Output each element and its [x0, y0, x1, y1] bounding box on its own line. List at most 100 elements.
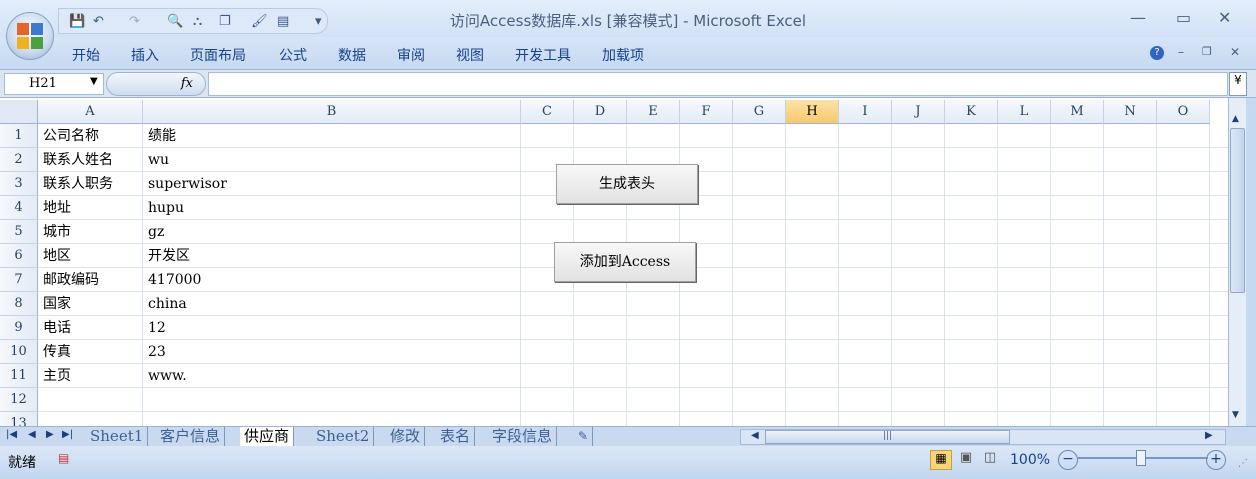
last-sheet-icon[interactable]: ▶|	[62, 429, 73, 440]
tab-home[interactable]: 开始	[72, 45, 100, 65]
cell-b9[interactable]: 12	[143, 316, 521, 340]
column-header-n[interactable]: N	[1104, 100, 1157, 124]
row-header[interactable]: 7	[0, 268, 38, 292]
column-header-k[interactable]: K	[945, 100, 998, 124]
maximize-button[interactable]: ▭	[1176, 8, 1191, 27]
tab-view[interactable]: 视图	[456, 45, 484, 65]
cell-b7[interactable]: 417000	[143, 268, 521, 292]
column-header-a[interactable]: A	[38, 100, 143, 124]
first-sheet-icon[interactable]: |◀	[6, 429, 17, 440]
cell-a5[interactable]: 城市	[38, 220, 143, 244]
cell-a1[interactable]: 公司名称	[38, 124, 143, 148]
cell-a8[interactable]: 国家	[38, 292, 143, 316]
column-header-f[interactable]: F	[680, 100, 733, 124]
page-break-view-icon[interactable]: ◫	[980, 450, 1000, 470]
insert-function-button[interactable]: fx	[106, 72, 206, 96]
cell-a7[interactable]: 邮政编码	[38, 268, 143, 292]
cell-b2[interactable]: wu	[143, 148, 521, 172]
column-header-i[interactable]: I	[839, 100, 892, 124]
expand-formula-bar-icon[interactable]: ¥	[1229, 72, 1247, 96]
office-button[interactable]	[6, 12, 54, 60]
row-header[interactable]: 10	[0, 340, 38, 364]
tab-formulas[interactable]: 公式	[279, 45, 307, 65]
column-header-h[interactable]: H	[786, 100, 839, 124]
resize-grip-icon[interactable]: ⋰	[1238, 458, 1248, 469]
sheet-tab[interactable]: 表名	[436, 427, 476, 446]
cell-b8[interactable]: china	[143, 292, 521, 316]
doc-close-button[interactable]: ✕	[1230, 45, 1240, 59]
row-header[interactable]: 11	[0, 364, 38, 388]
page-layout-view-icon[interactable]: ▣	[956, 450, 976, 470]
cell-a11[interactable]: 主页	[38, 364, 143, 388]
column-header-o[interactable]: O	[1157, 100, 1210, 124]
tab-data[interactable]: 数据	[338, 45, 366, 65]
column-header-g[interactable]: G	[733, 100, 786, 124]
row-header[interactable]: 12	[0, 388, 38, 412]
column-header-l[interactable]: L	[998, 100, 1051, 124]
sheet-tab[interactable]: Sheet2	[312, 427, 375, 446]
cell-b6[interactable]: 开发区	[143, 244, 521, 268]
cell-b13[interactable]	[143, 412, 521, 426]
sheet-tab[interactable]: 客户信息	[156, 427, 226, 446]
cell-b4[interactable]: hupu	[143, 196, 521, 220]
next-sheet-icon[interactable]: ▶	[46, 429, 54, 440]
scroll-left-icon[interactable]: ◀	[751, 430, 759, 441]
row-header[interactable]: 3	[0, 172, 38, 196]
minimize-button[interactable]: —	[1130, 8, 1146, 27]
column-header-m[interactable]: M	[1051, 100, 1104, 124]
row-header[interactable]: 2	[0, 148, 38, 172]
sheet-tab-active[interactable]: 供应商	[240, 427, 295, 446]
tab-developer[interactable]: 开发工具	[515, 45, 571, 65]
close-button[interactable]: ✕	[1218, 8, 1231, 27]
zoom-out-button[interactable]: −	[1058, 450, 1078, 470]
scroll-down-icon[interactable]: ▼	[1232, 410, 1239, 420]
row-header[interactable]: 9	[0, 316, 38, 340]
row-header[interactable]: 4	[0, 196, 38, 220]
cell-a4[interactable]: 地址	[38, 196, 143, 220]
insert-sheet-icon[interactable]: ✎	[574, 427, 594, 446]
row-header[interactable]: 8	[0, 292, 38, 316]
macro-record-icon[interactable]: ▤	[58, 451, 69, 465]
column-header-b[interactable]: B	[143, 100, 521, 124]
cell-a3[interactable]: 联系人职务	[38, 172, 143, 196]
scroll-right-icon[interactable]: ▶	[1205, 430, 1213, 441]
column-header-d[interactable]: D	[574, 100, 627, 124]
row-header[interactable]: 5	[0, 220, 38, 244]
select-all-button[interactable]	[0, 100, 38, 124]
formula-input[interactable]	[208, 72, 1228, 96]
prev-sheet-icon[interactable]: ◀	[28, 429, 36, 440]
cell-b12[interactable]	[143, 388, 521, 412]
cell-b5[interactable]: gz	[143, 220, 521, 244]
spreadsheet-grid[interactable]: ABCDEFGHIJKLMNO 1 公司名称 绩能 2 联系人姓名 wu 3 联系人职务 sup…	[0, 98, 1228, 426]
name-box[interactable]: H21	[4, 73, 104, 95]
zoom-level[interactable]: 100%	[1010, 452, 1050, 468]
help-icon[interactable]: ?	[1150, 46, 1164, 60]
doc-minimize-button[interactable]: –	[1178, 45, 1184, 59]
zoom-in-button[interactable]: +	[1206, 450, 1226, 470]
row-header[interactable]: 6	[0, 244, 38, 268]
generate-header-button[interactable]: 生成表头	[556, 164, 698, 204]
tab-review[interactable]: 审阅	[397, 45, 425, 65]
column-header-c[interactable]: C	[521, 100, 574, 124]
tab-insert[interactable]: 插入	[131, 45, 159, 65]
horizontal-scroll-thumb[interactable]: |||	[765, 430, 1010, 444]
vertical-scroll-thumb[interactable]	[1230, 128, 1245, 293]
row-header[interactable]: 13	[0, 412, 38, 426]
name-box-dropdown-icon[interactable]: ▼	[90, 76, 98, 87]
tab-addins[interactable]: 加载项	[602, 45, 644, 65]
scroll-up-icon[interactable]: ▲	[1232, 114, 1239, 124]
cell-a13[interactable]	[38, 412, 143, 426]
add-to-access-button[interactable]: 添加到Access	[554, 242, 696, 282]
cell-b3[interactable]: superwisor	[143, 172, 521, 196]
tab-page-layout[interactable]: 页面布局	[190, 45, 246, 65]
cell-a6[interactable]: 地区	[38, 244, 143, 268]
row-header[interactable]: 1	[0, 124, 38, 148]
column-header-j[interactable]: J	[892, 100, 945, 124]
cell-b1[interactable]: 绩能	[143, 124, 521, 148]
vertical-scrollbar[interactable]: ▲ ▼	[1228, 98, 1246, 426]
sheet-tab[interactable]: 字段信息	[488, 427, 558, 446]
sheet-tab[interactable]: Sheet1	[86, 427, 149, 446]
cell-b10[interactable]: 23	[143, 340, 521, 364]
cell-a12[interactable]	[38, 388, 143, 412]
column-header-e[interactable]: E	[627, 100, 680, 124]
